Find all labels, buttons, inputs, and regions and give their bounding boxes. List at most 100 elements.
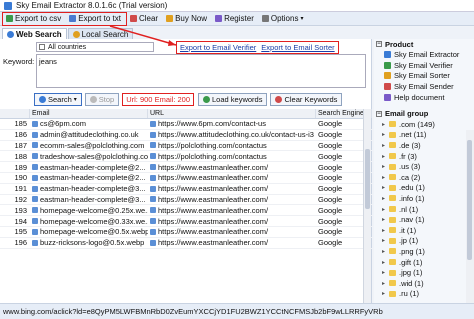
chevron-right-icon[interactable]: ▸: [382, 248, 387, 255]
email-group-item[interactable]: ▸ .jpg (1): [374, 267, 474, 278]
link-icon: [150, 142, 156, 149]
email-group-item[interactable]: ▸ .jp (1): [374, 236, 474, 247]
export-sorter-link[interactable]: Export to Email Sorter: [261, 43, 334, 52]
email-group-item[interactable]: ▸ .gift (1): [374, 257, 474, 268]
chevron-right-icon[interactable]: ▸: [382, 206, 387, 213]
table-row[interactable]: 189 eastman-header-complete@2... https://w…: [0, 162, 372, 173]
email-group-item[interactable]: ▸ .info (1): [374, 193, 474, 204]
keyword-input[interactable]: jeans: [36, 54, 366, 88]
export-csv-button[interactable]: Export to csv: [3, 13, 64, 25]
scroll-thumb[interactable]: [467, 140, 472, 260]
chevron-right-icon[interactable]: ▸: [382, 131, 387, 138]
email-icon: [32, 131, 38, 138]
scroll-thumb[interactable]: [365, 149, 370, 209]
chevron-right-icon[interactable]: ▸: [382, 153, 387, 160]
product-item[interactable]: Help document: [374, 92, 474, 103]
row-url: https://www.attitudeclothing.co.uk/conta…: [148, 130, 316, 139]
clear-button[interactable]: Clear: [127, 13, 161, 25]
register-button[interactable]: Register: [212, 13, 257, 25]
table-row[interactable]: 196 buzz-ricksons-logo@0.5x.webp https://w…: [0, 238, 372, 249]
email-group-item[interactable]: ▸ .us (3): [374, 161, 474, 172]
tab-web-search[interactable]: Web Search: [2, 28, 67, 39]
folder-icon: [389, 280, 396, 287]
buy-now-button[interactable]: Buy Now: [163, 13, 210, 25]
email-group-item[interactable]: ▸ .ru (1): [374, 288, 474, 299]
row-number: 187: [14, 140, 27, 150]
chevron-right-icon[interactable]: ▸: [382, 290, 387, 297]
chevron-right-icon[interactable]: ▸: [382, 216, 387, 223]
email-group-item[interactable]: ▸ .wid (1): [374, 278, 474, 289]
email-icon: [32, 185, 38, 192]
search-button[interactable]: Search ▾: [34, 92, 82, 106]
chevron-right-icon[interactable]: ▸: [382, 227, 387, 234]
table-row[interactable]: 187 ecomm-sales@polclothing.com https://po…: [0, 141, 372, 152]
email-icon: [32, 239, 38, 246]
row-number: 190: [14, 173, 27, 183]
results-table[interactable]: Email URL Search Engine 185 cs@6pm.com htt…: [0, 109, 372, 304]
chevron-right-icon[interactable]: ▸: [382, 195, 387, 202]
email-group-header[interactable]: − Email group: [374, 109, 474, 119]
globe-icon: [7, 30, 14, 38]
clear-keywords-button[interactable]: Clear Keywords: [270, 92, 343, 106]
table-vertical-scrollbar[interactable]: [363, 109, 371, 304]
product-item[interactable]: Sky Email Extractor: [374, 49, 474, 60]
chevron-right-icon[interactable]: ▸: [382, 237, 387, 244]
chevron-right-icon[interactable]: ▸: [382, 269, 387, 276]
chevron-right-icon[interactable]: ▸: [382, 259, 387, 266]
load-keywords-button[interactable]: Load keywords: [198, 92, 268, 106]
folder-icon: [389, 153, 396, 160]
row-email: buzz-ricksons-logo@0.5x.webp: [30, 238, 148, 247]
side-panel-scrollbar[interactable]: [466, 130, 474, 303]
email-header[interactable]: Email: [30, 109, 148, 118]
table-row[interactable]: 185 cs@6pm.com https://www.6pm.com/contact…: [0, 119, 372, 130]
email-group-item[interactable]: ▸ .nav (1): [374, 214, 474, 225]
email-group-item[interactable]: ▸ .edu (1): [374, 183, 474, 194]
email-group-item[interactable]: ▸ .ca (2): [374, 172, 474, 183]
email-group-item[interactable]: ▸ .de (3): [374, 140, 474, 151]
country-select[interactable]: All countries: [36, 42, 154, 52]
product-header[interactable]: − Product: [374, 39, 474, 49]
email-group-item[interactable]: ▸ .nl (1): [374, 204, 474, 215]
options-button[interactable]: Options ▾: [259, 13, 307, 25]
product-icon: [384, 83, 391, 91]
row-url: https://www.eastmanleather.com/: [148, 217, 316, 226]
chevron-right-icon[interactable]: ▸: [382, 280, 387, 287]
chevron-right-icon[interactable]: ▸: [382, 163, 387, 170]
chevron-right-icon[interactable]: ▸: [382, 142, 387, 149]
table-row[interactable]: 190 eastman-header-complete@2... https://w…: [0, 173, 372, 184]
chevron-right-icon[interactable]: ▸: [382, 121, 387, 128]
chevron-right-icon[interactable]: ▸: [382, 184, 387, 191]
collapse-icon[interactable]: −: [376, 110, 382, 117]
email-group-item[interactable]: ▸ .fr (3): [374, 151, 474, 162]
table-row[interactable]: 195 homepage-welcome@0.5x.webp https://www…: [0, 227, 372, 238]
collapse-icon[interactable]: −: [376, 41, 382, 47]
folder-icon: [389, 184, 396, 191]
table-row[interactable]: 192 eastman-header-complete@3... https://w…: [0, 195, 372, 206]
export-txt-button[interactable]: Export to txt: [66, 13, 124, 25]
email-group-item[interactable]: ▸ .png (1): [374, 246, 474, 257]
folder-icon: [389, 259, 396, 265]
stop-button[interactable]: Stop: [84, 92, 120, 106]
email-group-item[interactable]: ▸ .net (11): [374, 130, 474, 141]
product-item[interactable]: Sky Email Sorter: [374, 71, 474, 82]
product-item[interactable]: Sky Email Sender: [374, 81, 474, 92]
chevron-right-icon[interactable]: ▸: [382, 174, 387, 181]
table-row[interactable]: 191 eastman-header-complete@3... https://w…: [0, 184, 372, 195]
country-checkbox[interactable]: [39, 44, 45, 50]
product-item[interactable]: Sky Email Verifier: [374, 60, 474, 71]
table-row[interactable]: 186 admin@attitudeclothing.co.uk https://w…: [0, 130, 372, 141]
product-icon: [384, 50, 391, 58]
table-row[interactable]: 194 homepage-welcome@0.33x.we... https://w…: [0, 216, 372, 227]
export-highlight: Export to csv Export to txt: [2, 11, 127, 26]
email-group-item[interactable]: ▸ .it (1): [374, 225, 474, 236]
folder-icon: [389, 195, 396, 202]
table-row[interactable]: 193 homepage-welcome@0.25x.we... https://w…: [0, 205, 372, 217]
tab-local-search[interactable]: Local Search: [67, 28, 134, 39]
chevron-down-icon: ▾: [300, 16, 304, 22]
url-header[interactable]: URL: [148, 109, 316, 118]
key-icon: [215, 15, 223, 22]
status-counter: Url: 900 Email: 200: [122, 92, 194, 106]
export-verifier-link[interactable]: Export to Email Verifier: [180, 43, 256, 52]
email-group-item[interactable]: ▸ .com (149): [374, 119, 474, 130]
table-row[interactable]: 188 tradeshow-sales@polclothing.com https:…: [0, 151, 372, 163]
